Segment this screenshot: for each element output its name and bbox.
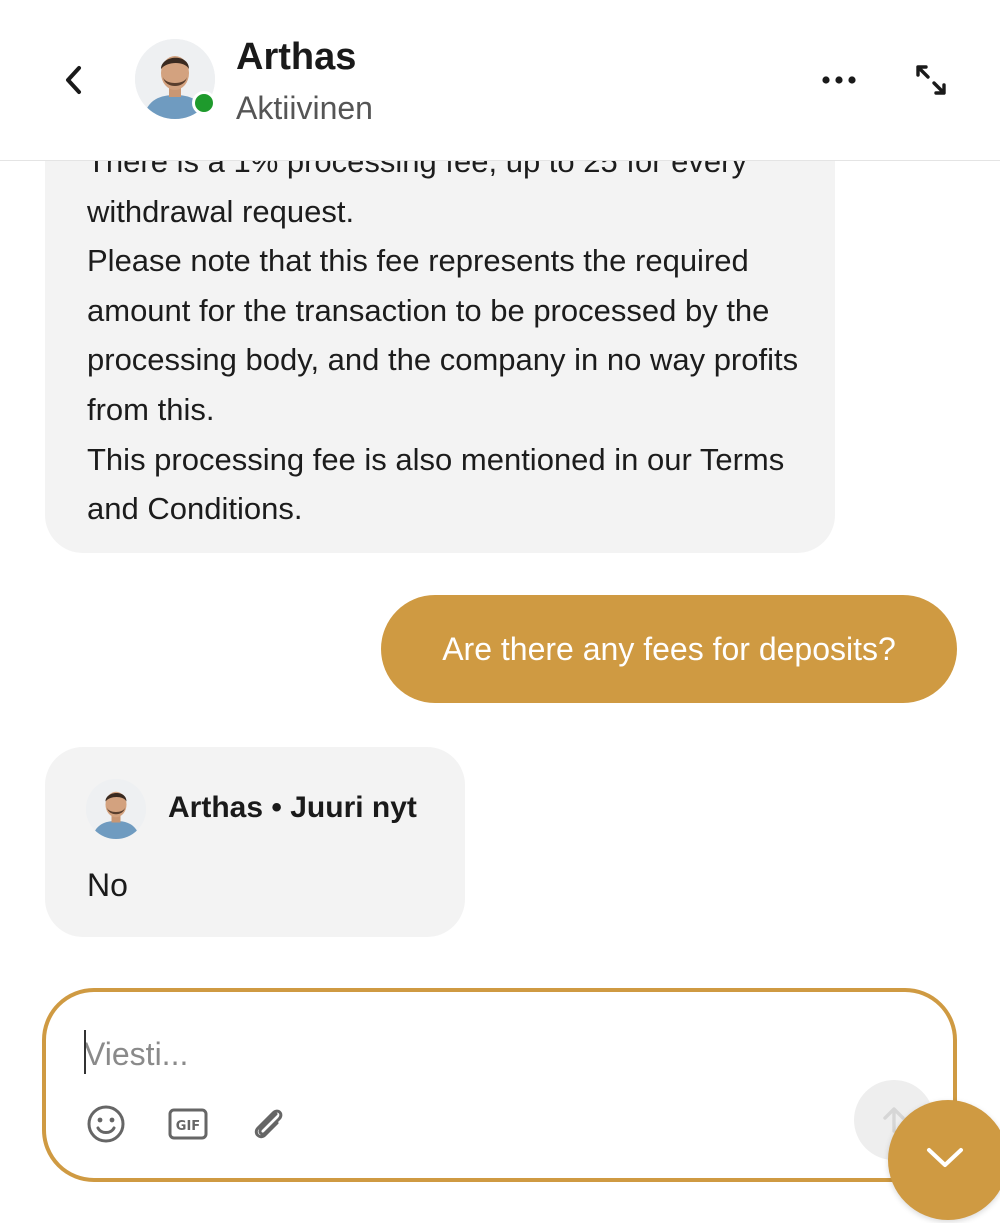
paperclip-icon (254, 1109, 283, 1139)
text-caret (84, 1030, 86, 1074)
chevron-down-icon (927, 1148, 963, 1167)
message-text: Are there any fees for deposits? (442, 630, 896, 667)
message-input[interactable] (82, 1028, 786, 1080)
more-options-button[interactable] (814, 58, 864, 102)
gif-button[interactable]: GIF (166, 1102, 210, 1146)
message-text: No (87, 867, 128, 903)
scroll-to-bottom-button[interactable] (888, 1100, 1000, 1220)
message-composer: GIF (42, 988, 957, 1182)
message-meta: Arthas • Juuri nyt (168, 791, 417, 825)
back-button[interactable] (52, 58, 96, 102)
agent-avatar-small (86, 779, 146, 839)
expand-icon (916, 65, 946, 95)
attach-button[interactable] (246, 1102, 290, 1146)
gif-icon: GIF (168, 1108, 208, 1140)
message-time: Juuri nyt (290, 791, 417, 824)
svg-text:GIF: GIF (176, 1119, 200, 1134)
chat-header: Arthas Aktiivinen (0, 0, 1000, 161)
expand-button[interactable] (906, 55, 956, 105)
agent-message-bubble: Arthas • Juuri nyt No (45, 747, 465, 937)
meta-separator: • (271, 791, 282, 824)
online-status-dot (192, 91, 216, 115)
agent-status: Aktiivinen (236, 90, 373, 126)
more-horizontal-icon (822, 76, 856, 84)
user-message-bubble: Are there any fees for deposits? (381, 595, 957, 703)
chevron-left-icon (66, 66, 81, 94)
sender-name: Arthas (168, 791, 264, 824)
agent-name: Arthas (236, 36, 357, 78)
emoji-icon (87, 1105, 125, 1143)
emoji-button[interactable] (84, 1102, 128, 1146)
message-text: There is a 1% processing fee, up to 25 f… (87, 144, 799, 527)
